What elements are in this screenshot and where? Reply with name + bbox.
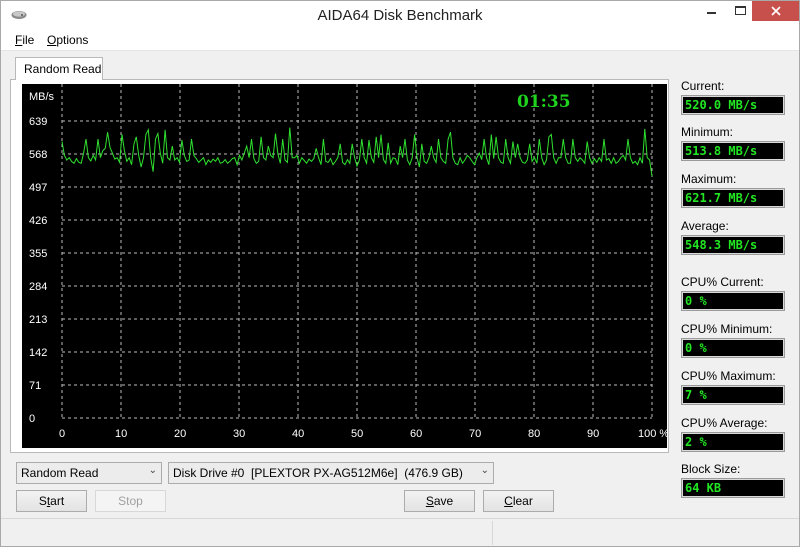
- current-value: 520.0 MB/s: [681, 95, 785, 115]
- benchmark-chart: 0 71 142 213 284 355 426 497 568 639 MB/s 0 10 20 30 40…: [22, 84, 667, 448]
- maximize-button[interactable]: [727, 1, 755, 21]
- cpu-current-value: 0 %: [681, 291, 785, 311]
- y-tick-label: 497: [29, 182, 47, 194]
- cpu-minimum-label: CPU% Minimum:: [681, 322, 773, 336]
- close-icon: [770, 6, 781, 16]
- x-tick-label: 50: [351, 428, 363, 440]
- menu-file-label: ile: [22, 33, 35, 47]
- stop-button[interactable]: Stop: [95, 490, 166, 512]
- save-button[interactable]: Save: [404, 490, 475, 512]
- test-type-value: Random Read: [21, 466, 99, 480]
- menu-options-accel: O: [47, 33, 57, 47]
- window-title: AIDA64 Disk Benchmark: [317, 7, 483, 24]
- chevron-down-icon: ⌄: [148, 465, 157, 476]
- drive-value: Disk Drive #0 [PLEXTOR PX-AG512M6e] (476…: [173, 466, 463, 480]
- y-tick-label: 213: [29, 314, 47, 326]
- x-tick-label: 60: [410, 428, 422, 440]
- average-value: 548.3 MB/s: [681, 235, 785, 255]
- elapsed-timer: 01:35: [517, 92, 571, 112]
- x-tick-label: 20: [174, 428, 186, 440]
- x-tick-label: 100 %: [638, 428, 667, 440]
- x-tick-label: 40: [292, 428, 304, 440]
- x-tick-label: 80: [528, 428, 540, 440]
- clear-label: lear: [512, 494, 533, 508]
- cpu-maximum-value: 7 %: [681, 385, 785, 405]
- chevron-down-icon: ⌄: [480, 465, 489, 476]
- maximum-value: 621.7 MB/s: [681, 188, 785, 208]
- app-window: AIDA64 Disk Benchmark File Options Rando…: [0, 0, 800, 547]
- block-size-label: Block Size:: [681, 462, 741, 476]
- minimum-value: 513.8 MB/s: [681, 141, 785, 161]
- minimize-icon: [707, 12, 716, 14]
- menu-options[interactable]: Options: [47, 33, 88, 47]
- y-tick-label: 568: [29, 149, 47, 161]
- minimize-button[interactable]: [698, 1, 726, 21]
- menu-options-label: ptions: [56, 33, 89, 47]
- save-label: ave: [433, 494, 454, 508]
- tab-random-read[interactable]: Random Read: [15, 57, 103, 80]
- current-label: Current:: [681, 79, 725, 93]
- title-bar[interactable]: AIDA64 Disk Benchmark: [1, 1, 799, 30]
- y-tick-label: 71: [29, 380, 41, 392]
- average-label: Average:: [681, 219, 729, 233]
- start-label-b: art: [50, 494, 65, 508]
- x-tick-label: 90: [587, 428, 599, 440]
- cpu-current-label: CPU% Current:: [681, 275, 764, 289]
- clear-button[interactable]: Clear: [483, 490, 554, 512]
- y-tick-label: 639: [29, 116, 47, 128]
- x-tick-label: 0: [59, 428, 65, 440]
- cpu-minimum-value: 0 %: [681, 338, 785, 358]
- y-tick-label: 284: [29, 281, 47, 293]
- y-tick-label: 142: [29, 347, 47, 359]
- save-accel: S: [425, 494, 434, 508]
- x-tick-label: 70: [469, 428, 481, 440]
- start-label-a: S: [38, 494, 47, 508]
- cpu-average-label: CPU% Average:: [681, 416, 768, 430]
- maximum-label: Maximum:: [681, 172, 737, 186]
- minimum-label: Minimum:: [681, 125, 734, 139]
- status-bar: [1, 518, 799, 546]
- maximize-icon: [735, 6, 746, 15]
- cpu-average-value: 2 %: [681, 432, 785, 452]
- clear-accel: C: [504, 494, 513, 508]
- x-tick-label: 10: [115, 428, 127, 440]
- close-button[interactable]: [752, 1, 799, 21]
- menu-bar: File Options: [1, 30, 799, 51]
- cpu-maximum-label: CPU% Maximum:: [681, 369, 776, 383]
- y-tick-label: 355: [29, 248, 47, 260]
- block-size-value: 64 KB: [681, 478, 785, 498]
- y-tick-label: 0: [29, 413, 35, 425]
- drive-select[interactable]: Disk Drive #0 [PLEXTOR PX-AG512M6e] (476…: [168, 462, 494, 484]
- test-type-select[interactable]: Random Read ⌄: [16, 462, 162, 484]
- y-axis-label: MB/s: [29, 91, 55, 103]
- status-separator: [492, 521, 493, 545]
- y-tick-label: 426: [29, 215, 47, 227]
- x-tick-label: 30: [233, 428, 245, 440]
- menu-file[interactable]: File: [15, 33, 34, 47]
- chart-svg: 0 71 142 213 284 355 426 497 568 639 MB/s 0 10 20 30 40…: [29, 84, 667, 440]
- start-button[interactable]: Start: [16, 490, 87, 512]
